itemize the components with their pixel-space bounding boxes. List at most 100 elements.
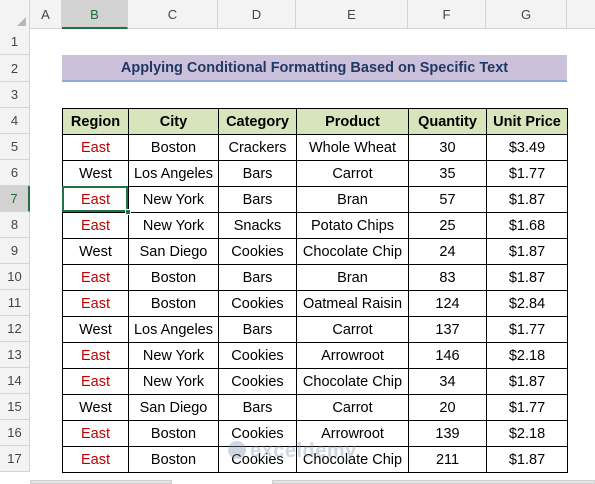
cell-city[interactable]: Los Angeles <box>128 316 219 343</box>
cell-unit-price[interactable]: $1.87 <box>486 368 568 395</box>
cell-region[interactable]: East <box>62 342 129 369</box>
cell-product[interactable]: Carrot <box>296 394 409 421</box>
cell-city[interactable]: New York <box>128 186 219 213</box>
sheet-tabs-area[interactable] <box>30 480 172 484</box>
cell-city[interactable]: San Diego <box>128 394 219 421</box>
cell-unit-price[interactable]: $1.87 <box>486 186 568 213</box>
cell-product[interactable]: Arrowroot <box>296 342 409 369</box>
cell-quantity[interactable]: 20 <box>408 394 487 421</box>
cell-product[interactable]: Chocolate Chip <box>296 238 409 265</box>
cell-category[interactable]: Bars <box>218 186 297 213</box>
cell-city[interactable]: Boston <box>128 446 219 473</box>
cell-category[interactable]: Bars <box>218 160 297 187</box>
cell-product[interactable]: Whole Wheat <box>296 134 409 161</box>
cell-unit-price[interactable]: $2.18 <box>486 420 568 447</box>
horizontal-scrollbar[interactable] <box>272 480 595 484</box>
cell-city[interactable]: Los Angeles <box>128 160 219 187</box>
cell-quantity[interactable]: 24 <box>408 238 487 265</box>
cell-city[interactable]: Boston <box>128 134 219 161</box>
cell-quantity[interactable]: 25 <box>408 212 487 239</box>
cell-region[interactable]: East <box>62 290 129 317</box>
cell-region[interactable]: East <box>62 446 129 473</box>
cell-product[interactable]: Bran <box>296 264 409 291</box>
row-header-15[interactable]: 15 <box>0 394 30 420</box>
row-header-2[interactable]: 2 <box>0 55 30 82</box>
header-quantity[interactable]: Quantity <box>408 108 487 135</box>
column-header-c[interactable]: C <box>128 0 218 29</box>
row-header-8[interactable]: 8 <box>0 212 30 238</box>
header-city[interactable]: City <box>128 108 219 135</box>
cell-city[interactable]: New York <box>128 368 219 395</box>
cell-region[interactable]: West <box>62 316 129 343</box>
cell-category[interactable]: Bars <box>218 394 297 421</box>
cell-unit-price[interactable]: $2.84 <box>486 290 568 317</box>
row-header-9[interactable]: 9 <box>0 238 30 264</box>
cell-quantity[interactable]: 34 <box>408 368 487 395</box>
cell-quantity[interactable]: 57 <box>408 186 487 213</box>
cell-product[interactable]: Carrot <box>296 160 409 187</box>
cell-region[interactable]: East <box>62 186 129 213</box>
cell-product[interactable]: Oatmeal Raisin <box>296 290 409 317</box>
cell-quantity[interactable]: 35 <box>408 160 487 187</box>
cell-category[interactable]: Cookies <box>218 368 297 395</box>
cell-city[interactable]: New York <box>128 342 219 369</box>
column-header-e[interactable]: E <box>296 0 408 29</box>
row-header-3[interactable]: 3 <box>0 82 30 108</box>
cell-unit-price[interactable]: $1.77 <box>486 316 568 343</box>
cell-city[interactable]: Boston <box>128 264 219 291</box>
cell-quantity[interactable]: 124 <box>408 290 487 317</box>
row-header-17[interactable]: 17 <box>0 446 30 472</box>
cell-city[interactable]: New York <box>128 212 219 239</box>
cell-category[interactable]: Crackers <box>218 134 297 161</box>
header-category[interactable]: Category <box>218 108 297 135</box>
cell-unit-price[interactable]: $3.49 <box>486 134 568 161</box>
cell-product[interactable]: Bran <box>296 186 409 213</box>
cell-unit-price[interactable]: $1.77 <box>486 394 568 421</box>
column-header-b[interactable]: B <box>62 0 128 29</box>
row-header-10[interactable]: 10 <box>0 264 30 290</box>
header-region[interactable]: Region <box>62 108 129 135</box>
cell-unit-price[interactable]: $1.87 <box>486 264 568 291</box>
cell-quantity[interactable]: 139 <box>408 420 487 447</box>
cell-unit-price[interactable]: $2.18 <box>486 342 568 369</box>
cell-product[interactable]: Potato Chips <box>296 212 409 239</box>
sheet-title[interactable]: Applying Conditional Formatting Based on… <box>62 55 567 82</box>
column-header-a[interactable]: A <box>30 0 62 29</box>
row-header-4[interactable]: 4 <box>0 108 30 134</box>
row-header-16[interactable]: 16 <box>0 420 30 446</box>
cell-unit-price[interactable]: $1.77 <box>486 160 568 187</box>
row-header-6[interactable]: 6 <box>0 160 30 186</box>
cell-category[interactable]: Bars <box>218 316 297 343</box>
cell-region[interactable]: East <box>62 212 129 239</box>
cell-category[interactable]: Snacks <box>218 212 297 239</box>
row-header-14[interactable]: 14 <box>0 368 30 394</box>
cell-product[interactable]: Chocolate Chip <box>296 368 409 395</box>
cell-category[interactable]: Cookies <box>218 238 297 265</box>
row-header-13[interactable]: 13 <box>0 342 30 368</box>
row-header-5[interactable]: 5 <box>0 134 30 160</box>
header-unit-price[interactable]: Unit Price <box>486 108 568 135</box>
cell-unit-price[interactable]: $1.87 <box>486 238 568 265</box>
cell-region[interactable]: East <box>62 134 129 161</box>
cell-category[interactable]: Cookies <box>218 342 297 369</box>
cell-quantity[interactable]: 211 <box>408 446 487 473</box>
cell-quantity[interactable]: 30 <box>408 134 487 161</box>
cell-category[interactable]: Bars <box>218 264 297 291</box>
cell-region[interactable]: West <box>62 160 129 187</box>
cell-city[interactable]: Boston <box>128 290 219 317</box>
header-product[interactable]: Product <box>296 108 409 135</box>
cell-region[interactable]: West <box>62 238 129 265</box>
row-header-1[interactable]: 1 <box>0 29 30 55</box>
column-header-f[interactable]: F <box>408 0 486 29</box>
row-header-11[interactable]: 11 <box>0 290 30 316</box>
cell-unit-price[interactable]: $1.68 <box>486 212 568 239</box>
cell-category[interactable]: Cookies <box>218 290 297 317</box>
cell-quantity[interactable]: 83 <box>408 264 487 291</box>
cell-region[interactable]: West <box>62 394 129 421</box>
row-header-12[interactable]: 12 <box>0 316 30 342</box>
row-header-7[interactable]: 7 <box>0 186 30 212</box>
fill-handle[interactable] <box>125 209 131 215</box>
cell-quantity[interactable]: 146 <box>408 342 487 369</box>
cell-city[interactable]: San Diego <box>128 238 219 265</box>
cell-product[interactable]: Carrot <box>296 316 409 343</box>
